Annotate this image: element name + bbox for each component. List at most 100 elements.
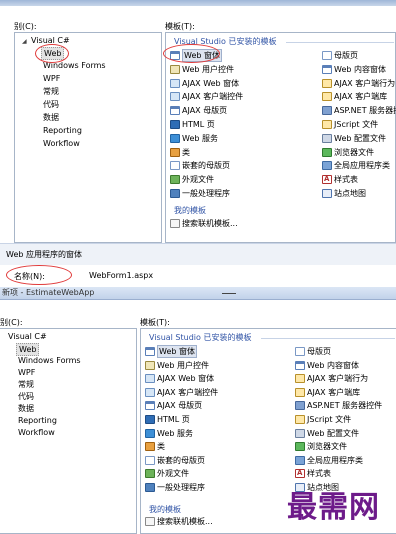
tree-item-reporting[interactable]: Reporting bbox=[18, 415, 57, 426]
template-item[interactable]: AJAX 客户端控件 bbox=[170, 91, 243, 102]
template-item[interactable]: JScript 文件 bbox=[322, 119, 378, 130]
tree-item-workflow[interactable]: Workflow bbox=[43, 138, 80, 149]
group-divider bbox=[261, 338, 395, 339]
template-item[interactable]: 类 bbox=[145, 441, 165, 452]
watermark-text: 最需网 bbox=[287, 490, 380, 525]
template-item[interactable]: 一般处理程序 bbox=[170, 188, 230, 199]
ajax-library-icon bbox=[322, 92, 332, 102]
name-input[interactable]: WebForm1.aspx bbox=[87, 269, 396, 283]
template-item[interactable]: Web 服务 bbox=[170, 133, 218, 144]
template-item[interactable]: AJAX Web 窗体 bbox=[170, 78, 239, 89]
handler-icon bbox=[145, 483, 155, 492]
server-control-icon bbox=[322, 106, 332, 116]
categories-tree[interactable]: Visual C# Web Windows Forms WPF 常规 代码 数据… bbox=[0, 328, 137, 534]
ajax-form-icon bbox=[170, 78, 180, 88]
template-item[interactable]: AJAX 母版页 bbox=[145, 400, 202, 411]
template-label: ASP.NET 服务器控 bbox=[334, 106, 396, 116]
collapse-icon[interactable]: ◢ bbox=[22, 38, 27, 45]
template-label: AJAX Web 窗体 bbox=[182, 78, 240, 88]
template-label: AJAX Web 窗体 bbox=[157, 374, 215, 384]
template-item[interactable]: AJAX 客户端行为 bbox=[295, 373, 368, 384]
ajax-behavior-icon bbox=[322, 78, 332, 88]
template-item[interactable]: AJAX 客户端控件 bbox=[145, 387, 218, 398]
template-item[interactable]: 嵌套的母版页 bbox=[145, 455, 205, 466]
stylesheet-icon bbox=[322, 174, 332, 185]
tree-item-wpf[interactable]: WPF bbox=[43, 73, 60, 84]
template-label: 外观文件 bbox=[182, 175, 214, 185]
template-item[interactable]: 母版页 bbox=[295, 346, 331, 357]
template-item[interactable]: AJAX Web 窗体 bbox=[145, 373, 214, 384]
master-page-icon bbox=[322, 51, 332, 60]
template-item[interactable]: Web 内容窗体 bbox=[322, 64, 386, 75]
categories-tree[interactable]: ◢ Visual C# Web Windows Forms WPF 常规 代码 … bbox=[14, 32, 162, 243]
template-item[interactable]: Web 服务 bbox=[145, 428, 193, 439]
template-item[interactable]: JScript 文件 bbox=[295, 414, 351, 425]
template-item[interactable]: HTML 页 bbox=[145, 414, 190, 425]
template-item[interactable]: Web 配置文件 bbox=[295, 428, 359, 439]
template-label: JScript 文件 bbox=[334, 120, 379, 129]
template-item[interactable]: ASP.NET 服务器控 bbox=[322, 105, 396, 116]
tree-item-data[interactable]: 数据 bbox=[43, 112, 59, 123]
template-item[interactable]: Web 用户控件 bbox=[170, 64, 234, 75]
tree-item-windows-forms[interactable]: Windows Forms bbox=[18, 355, 81, 366]
tree-item-reporting[interactable]: Reporting bbox=[43, 125, 82, 136]
tree-item-code[interactable]: 代码 bbox=[43, 99, 59, 110]
template-label: 一般处理程序 bbox=[157, 483, 205, 492]
template-label: Web 服务 bbox=[157, 428, 193, 438]
highlight-circle-name bbox=[6, 265, 72, 285]
template-item[interactable]: 嵌套的母版页 bbox=[170, 160, 230, 171]
template-item[interactable]: ASP.NET 服务器控件 bbox=[295, 400, 382, 411]
template-item[interactable]: Web 用户控件 bbox=[145, 360, 209, 371]
template-item[interactable]: 浏览器文件 bbox=[295, 441, 347, 452]
template-item[interactable]: HTML 页 bbox=[170, 119, 215, 130]
template-item[interactable]: 全局应用程序类 bbox=[295, 455, 363, 466]
template-item[interactable]: AJAX 客户端库 bbox=[322, 91, 387, 102]
template-label: AJAX 母版页 bbox=[182, 106, 228, 116]
template-item[interactable]: 样式表 bbox=[322, 174, 358, 185]
template-label: 浏览器文件 bbox=[307, 442, 347, 452]
web-service-icon bbox=[170, 133, 180, 143]
global-class-icon bbox=[295, 455, 305, 465]
template-item[interactable]: 一般处理程序 bbox=[145, 482, 205, 493]
template-item[interactable]: 样式表 bbox=[295, 468, 331, 479]
tree-item-general[interactable]: 常规 bbox=[18, 379, 34, 390]
template-item[interactable]: AJAX 客户端行为 bbox=[322, 78, 395, 89]
template-label: AJAX 客户端库 bbox=[334, 92, 388, 102]
template-item[interactable]: Web 内容窗体 bbox=[295, 360, 359, 371]
tree-item-code[interactable]: 代码 bbox=[18, 391, 34, 402]
templates-list[interactable]: Visual Studio 已安装的模板 Web 窗体 Web 用户控件 AJAX … bbox=[165, 32, 396, 243]
user-control-icon bbox=[170, 64, 180, 74]
group-divider bbox=[286, 42, 394, 43]
template-item[interactable]: 全局应用程序类 bbox=[322, 160, 390, 171]
tree-item-wpf[interactable]: WPF bbox=[18, 367, 35, 378]
skin-file-icon bbox=[170, 175, 180, 185]
template-item[interactable]: AJAX 母版页 bbox=[170, 105, 227, 116]
template-label: 站点地图 bbox=[334, 189, 366, 198]
template-item[interactable]: 类 bbox=[170, 147, 190, 158]
template-label: 全局应用程序类 bbox=[307, 455, 363, 465]
template-item[interactable]: 站点地图 bbox=[322, 188, 366, 199]
tree-item-general[interactable]: 常规 bbox=[43, 86, 59, 97]
template-search-online[interactable]: 搜索联机模板... bbox=[145, 516, 213, 527]
template-item[interactable]: 外观文件 bbox=[145, 468, 189, 479]
content-form-icon bbox=[322, 64, 332, 74]
tree-item-workflow[interactable]: Workflow bbox=[18, 427, 55, 438]
template-label: 类 bbox=[157, 442, 165, 452]
template-item[interactable]: Web 窗体 bbox=[145, 345, 197, 358]
templates-label: 模板(T): bbox=[165, 22, 195, 31]
group-header-installed: Visual Studio 已安装的模板 bbox=[149, 333, 252, 342]
class-icon bbox=[170, 147, 180, 157]
tree-item-data[interactable]: 数据 bbox=[18, 403, 34, 414]
template-label: 浏览器文件 bbox=[334, 147, 374, 157]
browser-file-icon bbox=[322, 147, 332, 157]
template-item[interactable]: 母版页 bbox=[322, 50, 358, 61]
html-page-icon bbox=[145, 415, 155, 424]
template-item[interactable]: Web 配置文件 bbox=[322, 133, 386, 144]
tree-root-visual-csharp[interactable]: Visual C# bbox=[8, 331, 47, 342]
search-online-icon bbox=[145, 517, 155, 526]
template-item[interactable]: 浏览器文件 bbox=[322, 147, 374, 158]
template-item[interactable]: AJAX 客户端库 bbox=[295, 387, 360, 398]
template-label: 嵌套的母版页 bbox=[157, 455, 205, 465]
template-item[interactable]: 外观文件 bbox=[170, 174, 214, 185]
template-search-online[interactable]: 搜索联机模板... bbox=[170, 218, 238, 229]
